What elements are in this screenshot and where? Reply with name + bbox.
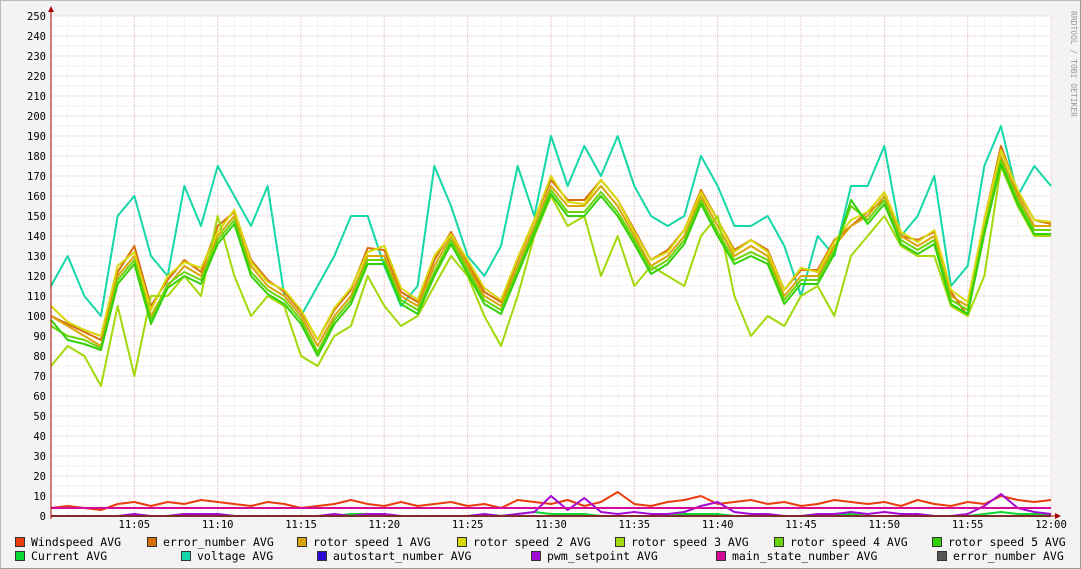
x-tick-label: 11:20: [369, 519, 401, 531]
legend-swatch: [531, 551, 541, 561]
legend-item: Windspeed AVG: [15, 535, 121, 549]
legend-label: autostart_number AVG: [333, 549, 472, 563]
legend-swatch: [15, 551, 25, 561]
legend-label: rotor speed 1 AVG: [313, 535, 431, 549]
rrd-graph: 0 10 20 30 40 50 60 70 80 90 100 110 120 130 140 150 160…: [0, 0, 1081, 569]
legend-item: error_number AVG: [147, 535, 274, 549]
x-tick-label: 11:10: [202, 519, 234, 531]
legend-swatch: [15, 537, 25, 547]
legend-item: rotor speed 1 AVG: [297, 535, 431, 549]
y-tick-label: 160: [27, 191, 46, 203]
legend-label: rotor speed 3 AVG: [631, 535, 749, 549]
legend-label: rotor speed 2 AVG: [473, 535, 591, 549]
x-tick-label: 12:00: [1035, 519, 1067, 531]
legend-swatch: [317, 551, 327, 561]
legend-swatch: [774, 537, 784, 547]
legend-swatch: [615, 537, 625, 547]
legend-item: rotor speed 2 AVG: [457, 535, 591, 549]
x-tick-label: 11:05: [119, 519, 151, 531]
x-tick-label: 11:35: [619, 519, 651, 531]
x-tick-label: 11:30: [535, 519, 567, 531]
y-tick-label: 130: [27, 251, 46, 263]
y-tick-label: 180: [27, 151, 46, 163]
y-tick-label: 170: [27, 171, 46, 183]
legend-label: Windspeed AVG: [31, 535, 122, 549]
y-tick-label: 190: [27, 131, 46, 143]
y-tick-label: 40: [33, 431, 46, 443]
y-tick-label: 0: [40, 511, 46, 523]
legend-item: voltage AVG: [181, 549, 273, 563]
legend-swatch: [937, 551, 947, 561]
legend-item: autostart_number AVG: [317, 549, 471, 563]
legend-item: Current AVG: [15, 549, 107, 563]
legend-swatch: [297, 537, 307, 547]
legend-label: Current AVG: [31, 549, 108, 563]
legend-item: error_number AVG: [937, 549, 1064, 563]
legend-swatch: [932, 537, 942, 547]
y-tick-label: 220: [27, 71, 46, 83]
legend-swatch: [147, 537, 157, 547]
legend-swatch: [181, 551, 191, 561]
y-tick-label: 200: [27, 111, 46, 123]
x-tick-label: 11:15: [285, 519, 317, 531]
legend-label: rotor speed 5 AVG: [948, 535, 1066, 549]
legend-item: rotor speed 5 AVG: [932, 535, 1066, 549]
y-tick-label: 100: [27, 311, 46, 323]
legend-item: rotor speed 4 AVG: [774, 535, 908, 549]
y-tick-label: 150: [27, 211, 46, 223]
legend-item: pwm_setpoint AVG: [531, 549, 658, 563]
x-tick-label: 11:45: [785, 519, 817, 531]
y-tick-label: 30: [33, 451, 46, 463]
y-tick-label: 120: [27, 271, 46, 283]
x-tick-label: 11:25: [452, 519, 484, 531]
x-tick-label: 11:50: [869, 519, 901, 531]
legend-label: voltage AVG: [197, 549, 274, 563]
y-tick-label: 90: [33, 331, 46, 343]
y-tick-label: 140: [27, 231, 46, 243]
y-tick-label: 20: [33, 471, 46, 483]
y-tick-label: 230: [27, 51, 46, 63]
legend-label: main_state_number AVG: [732, 549, 878, 563]
legend-label: pwm_setpoint AVG: [547, 549, 658, 563]
y-tick-label: 60: [33, 391, 46, 403]
y-tick-label: 10: [33, 491, 46, 503]
y-tick-label: 240: [27, 31, 46, 43]
legend-item: rotor speed 3 AVG: [615, 535, 749, 549]
legend-label: rotor speed 4 AVG: [790, 535, 908, 549]
chart-svg: 0 10 20 30 40 50 60 70 80 90 100 110 120 130 140 150 160…: [27, 6, 1078, 531]
y-axis-arrow-icon: [48, 6, 54, 12]
watermark: RRDTOOL / TOBI OETIKER: [1069, 11, 1078, 117]
legend-swatch: [457, 537, 467, 547]
legend-label: error_number AVG: [953, 549, 1064, 563]
legend-item: main_state_number AVG: [716, 549, 877, 563]
y-tick-label: 50: [33, 411, 46, 423]
x-tick-label: 11:40: [702, 519, 734, 531]
y-tick-label: 80: [33, 351, 46, 363]
y-tick-label: 110: [27, 291, 46, 303]
legend-swatch: [716, 551, 726, 561]
legend-label: error_number AVG: [163, 535, 274, 549]
y-tick-label: 250: [27, 11, 46, 23]
y-tick-label: 70: [33, 371, 46, 383]
y-tick-label: 210: [27, 91, 46, 103]
x-tick-label: 11:55: [952, 519, 984, 531]
